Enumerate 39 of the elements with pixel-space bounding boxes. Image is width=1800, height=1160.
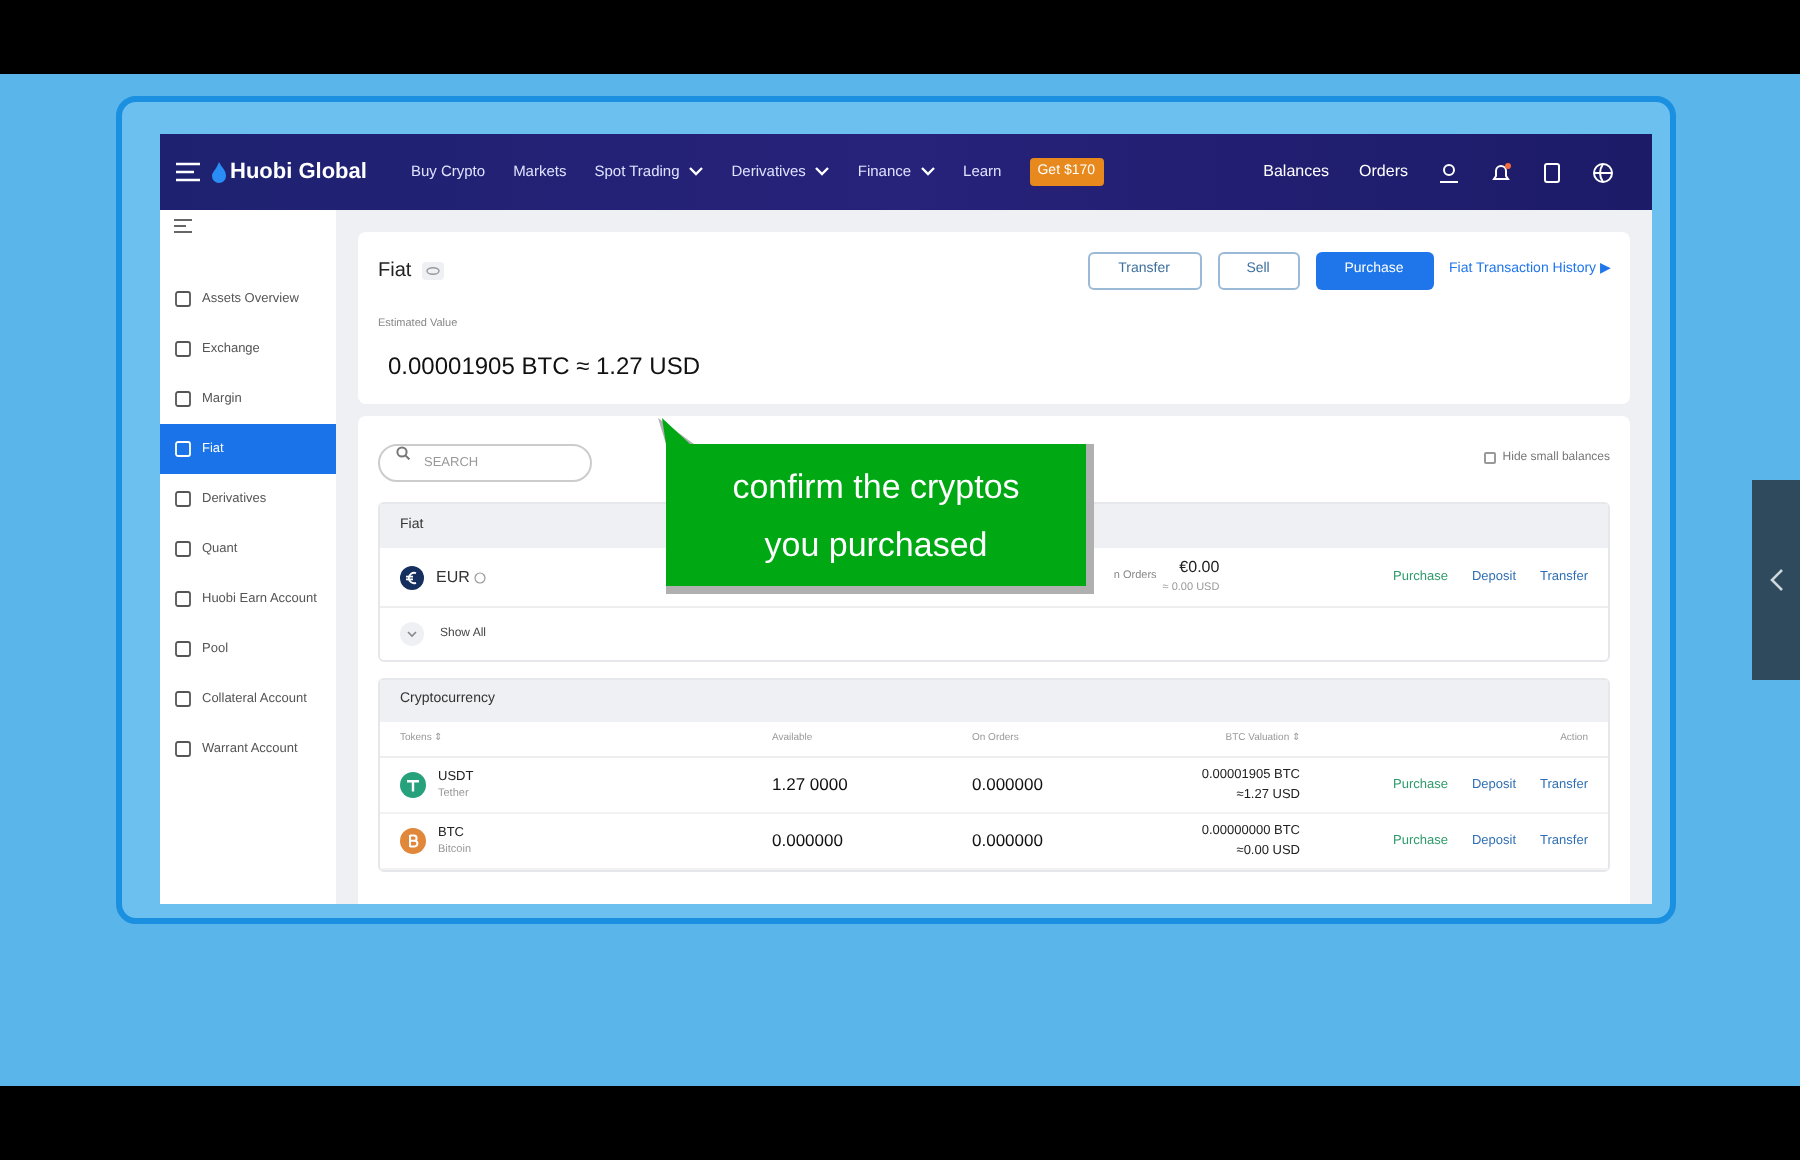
book-icon[interactable] bbox=[1542, 161, 1562, 183]
page-title: Fiat bbox=[378, 258, 412, 286]
euro-icon bbox=[400, 565, 424, 589]
square-icon bbox=[174, 690, 192, 708]
nav-link[interactable]: Balances bbox=[1263, 160, 1330, 184]
chevron-left-icon bbox=[1769, 568, 1783, 592]
square-icon bbox=[174, 490, 192, 508]
chevron-down-icon bbox=[919, 166, 936, 178]
square-icon bbox=[174, 340, 192, 358]
on-orders-cell-text: 0.000000 bbox=[972, 828, 1045, 854]
bell-icon[interactable] bbox=[1490, 161, 1512, 183]
collapse-icon[interactable] bbox=[174, 218, 192, 234]
menu-icon[interactable] bbox=[174, 162, 202, 182]
estimated-value: 0.00001905 BTC ≈ 1.27 USD bbox=[388, 350, 703, 385]
on-orders-cell-text: 0.000000 bbox=[972, 772, 1045, 798]
callout-text: you purchased bbox=[764, 523, 988, 567]
chevron-down-icon bbox=[406, 630, 418, 638]
square-icon bbox=[174, 590, 192, 608]
callout-text: confirm the cryptos bbox=[732, 465, 1020, 509]
square-icon bbox=[174, 390, 192, 408]
available-cell-text: 0.000000 bbox=[772, 828, 845, 854]
nav-link[interactable]: Orders bbox=[1359, 160, 1408, 184]
currency-name: EUR bbox=[436, 565, 470, 589]
eye-icon[interactable] bbox=[421, 262, 444, 280]
fiat-amount: €0.00 bbox=[1179, 556, 1220, 581]
square-icon bbox=[174, 640, 192, 658]
info-icon bbox=[473, 571, 486, 583]
square-icon bbox=[174, 740, 192, 758]
search-icon bbox=[396, 446, 410, 460]
chevron-down-icon bbox=[813, 166, 830, 178]
globe-icon[interactable] bbox=[1592, 161, 1614, 183]
user-icon[interactable] bbox=[1438, 161, 1460, 183]
square-icon bbox=[174, 290, 192, 308]
available-cell-text: 1.27 0000 bbox=[772, 772, 850, 798]
square-icon bbox=[174, 440, 192, 458]
logo-text: Huobi Global bbox=[230, 157, 367, 188]
checkbox[interactable] bbox=[1484, 452, 1497, 464]
square-icon bbox=[174, 540, 192, 558]
chevron-down-icon bbox=[687, 166, 704, 178]
